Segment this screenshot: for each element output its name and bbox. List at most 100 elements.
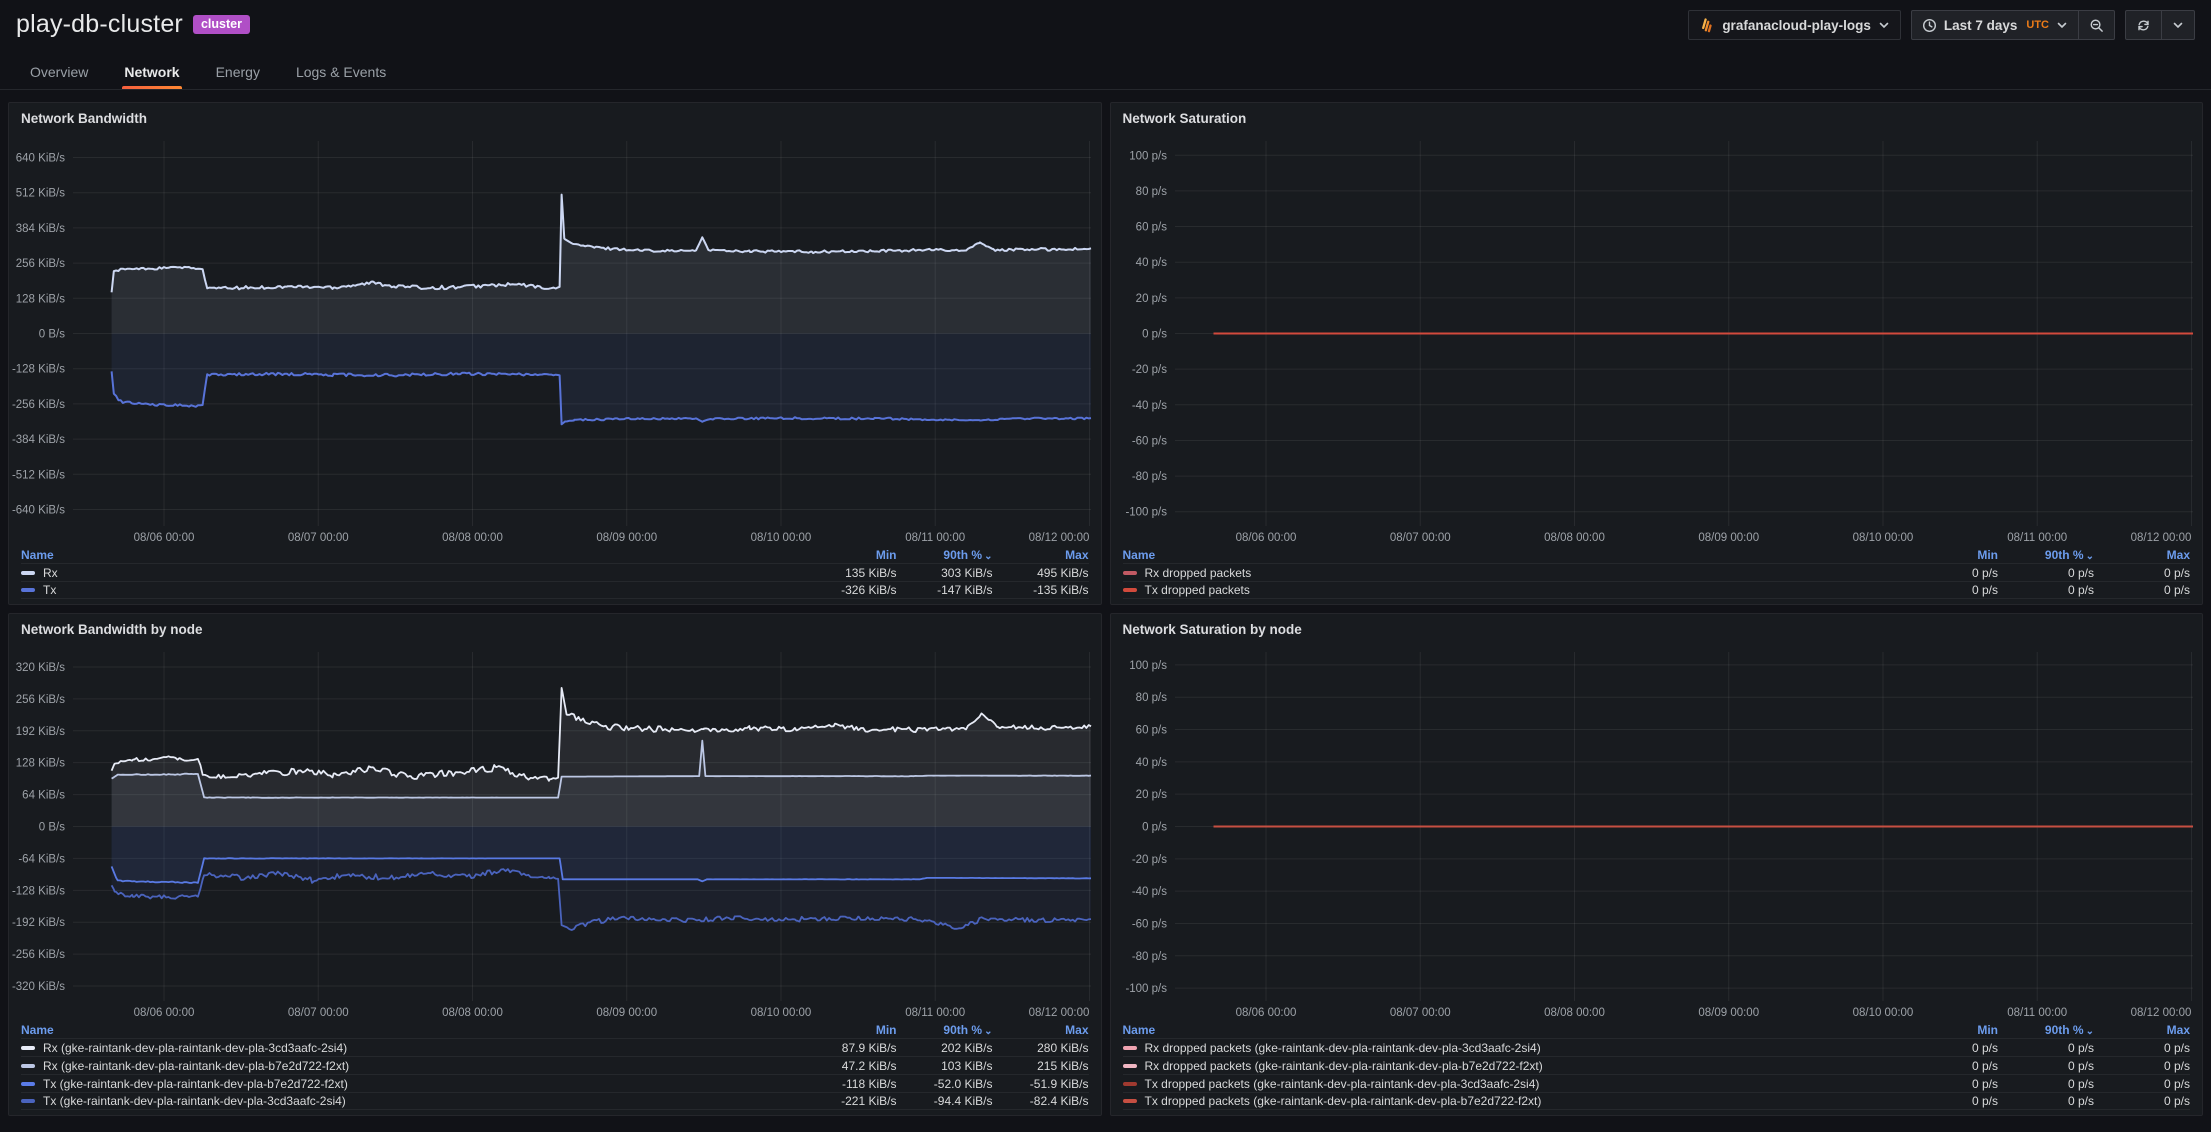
y-axis-label: 0 p/s [1142, 329, 1167, 341]
panel-title[interactable]: Network Bandwidth by node [9, 614, 1101, 642]
legend-value: 0 p/s [1902, 1094, 1998, 1108]
legend-series-swatch[interactable] [1123, 571, 1137, 575]
legend-series-swatch[interactable] [21, 571, 35, 575]
datasource-picker[interactable]: grafanacloud-play-logs [1688, 10, 1901, 40]
panel-title[interactable]: Network Saturation by node [1111, 614, 2203, 642]
legend-series-name[interactable]: Tx dropped packets (gke-raintank-dev-pla… [1123, 1094, 1903, 1108]
legend-column-header[interactable]: Min [1902, 1023, 1998, 1037]
legend-value: 0 p/s [1902, 583, 1998, 597]
chart-svg[interactable]: 640 KiB/s512 KiB/s384 KiB/s256 KiB/s128 … [9, 131, 1101, 546]
legend-column-header[interactable]: 90th %⌄ [897, 1023, 993, 1037]
zoom-out-time-button[interactable] [2079, 10, 2115, 40]
dashboard-toolbar: grafanacloud-play-logs Last 7 days UTC [1688, 10, 2195, 40]
legend-series-swatch[interactable] [1123, 588, 1137, 592]
legend-value: -51.9 KiB/s [993, 1077, 1089, 1091]
x-axis-label: 08/10 00:00 [751, 532, 812, 544]
series-fill [112, 334, 1091, 425]
legend-column-header[interactable]: Min [801, 548, 897, 562]
legend-value: 0 p/s [1998, 1041, 2094, 1055]
y-axis-label: 20 p/s [1135, 789, 1167, 801]
legend-name-column-header[interactable]: Name [1123, 1023, 1903, 1037]
legend-series-name[interactable]: Rx [21, 566, 801, 580]
legend-series-name[interactable]: Rx dropped packets (gke-raintank-dev-pla… [1123, 1059, 1903, 1073]
refresh-button[interactable] [2125, 10, 2162, 40]
refresh-interval-dropdown[interactable] [2162, 10, 2195, 40]
legend-row: Tx (gke-raintank-dev-pla-raintank-dev-pl… [21, 1092, 1089, 1110]
y-axis-label: 256 KiB/s [16, 258, 65, 270]
y-axis-label: -100 p/s [1125, 983, 1167, 995]
y-axis-label: 64 KiB/s [22, 790, 65, 802]
legend-series-name[interactable]: Tx dropped packets (gke-raintank-dev-pla… [1123, 1077, 1903, 1091]
panel-network-saturation-by-node: Network Saturation by node 100 p/s80 p/s… [1110, 613, 2204, 1116]
chart-svg[interactable]: 100 p/s80 p/s60 p/s40 p/s20 p/s0 p/s-20 … [1111, 642, 2203, 1021]
legend-series-name[interactable]: Tx dropped packets [1123, 583, 1903, 597]
legend-series-swatch[interactable] [21, 1082, 35, 1086]
legend-series-name[interactable]: Rx (gke-raintank-dev-pla-raintank-dev-pl… [21, 1059, 801, 1073]
legend-header: NameMin90th %⌄Max [21, 1021, 1089, 1038]
chart-svg[interactable]: 100 p/s80 p/s60 p/s40 p/s20 p/s0 p/s-20 … [1111, 131, 2203, 546]
legend: NameMin90th %⌄Max Rx dropped packets (gke… [1111, 1021, 2203, 1115]
legend-series-swatch[interactable] [21, 1064, 35, 1068]
x-axis-label: 08/12 00:00 [1029, 532, 1090, 544]
legend-value: -326 KiB/s [801, 583, 897, 597]
legend-value: -147 KiB/s [897, 583, 993, 597]
legend-column-header[interactable]: Max [993, 548, 1089, 562]
legend-value: 0 p/s [1998, 583, 2094, 597]
x-axis-label: 08/08 00:00 [442, 1007, 503, 1019]
legend-series-swatch[interactable] [1123, 1099, 1137, 1103]
legend-column-header[interactable]: Min [801, 1023, 897, 1037]
chart-canvas[interactable]: 320 KiB/s256 KiB/s192 KiB/s128 KiB/s64 K… [9, 642, 1101, 1021]
time-range-picker[interactable]: Last 7 days UTC [1911, 10, 2079, 40]
x-axis-label: 08/07 00:00 [288, 532, 349, 544]
legend-value: 0 p/s [1902, 1077, 1998, 1091]
chart-svg[interactable]: 320 KiB/s256 KiB/s192 KiB/s128 KiB/s64 K… [9, 642, 1101, 1021]
legend-series-name[interactable]: Rx dropped packets [1123, 566, 1903, 580]
legend-column-header[interactable]: Max [2094, 548, 2190, 562]
legend-column-header[interactable]: Max [2094, 1023, 2190, 1037]
y-axis-label: -80 p/s [1131, 471, 1166, 483]
legend-value: -94.4 KiB/s [897, 1094, 993, 1108]
legend-series-swatch[interactable] [1123, 1046, 1137, 1050]
chart-canvas[interactable]: 100 p/s80 p/s60 p/s40 p/s20 p/s0 p/s-20 … [1111, 642, 2203, 1021]
legend-series-name[interactable]: Tx (gke-raintank-dev-pla-raintank-dev-pl… [21, 1094, 801, 1108]
legend-row: Rx (gke-raintank-dev-pla-raintank-dev-pl… [21, 1038, 1089, 1056]
tab-network[interactable]: Network [110, 56, 193, 89]
refresh-icon [2136, 18, 2151, 33]
legend-name-column-header[interactable]: Name [21, 1023, 801, 1037]
legend-name-column-header[interactable]: Name [21, 548, 801, 562]
x-axis-label: 08/09 00:00 [1698, 532, 1759, 544]
panel-title[interactable]: Network Bandwidth [9, 103, 1101, 131]
y-axis-label: 320 KiB/s [16, 662, 65, 674]
panel-title[interactable]: Network Saturation [1111, 103, 2203, 131]
tab-overview[interactable]: Overview [16, 56, 102, 89]
legend-series-name[interactable]: Tx (gke-raintank-dev-pla-raintank-dev-pl… [21, 1077, 801, 1091]
legend-series-name[interactable]: Rx dropped packets (gke-raintank-dev-pla… [1123, 1041, 1903, 1055]
y-axis-label: -128 KiB/s [12, 885, 65, 897]
legend-column-header[interactable]: 90th %⌄ [1998, 1023, 2094, 1037]
tab-energy[interactable]: Energy [202, 56, 274, 89]
legend-column-header[interactable]: 90th %⌄ [897, 548, 993, 562]
legend-series-swatch[interactable] [21, 1099, 35, 1103]
legend-name-column-header[interactable]: Name [1123, 548, 1903, 562]
legend-row: Rx dropped packets (gke-raintank-dev-pla… [1123, 1056, 2191, 1074]
legend-row: Tx dropped packets0 p/s0 p/s0 p/s [1123, 581, 2191, 599]
timezone-label: UTC [2026, 19, 2049, 31]
cluster-tag-badge[interactable]: cluster [193, 15, 250, 34]
chart-canvas[interactable]: 640 KiB/s512 KiB/s384 KiB/s256 KiB/s128 … [9, 131, 1101, 546]
chevron-down-icon [1878, 19, 1890, 31]
legend-series-swatch[interactable] [1123, 1082, 1137, 1086]
legend-series-swatch[interactable] [1123, 1064, 1137, 1068]
legend-series-swatch[interactable] [21, 1046, 35, 1050]
x-axis-label: 08/06 00:00 [1235, 532, 1296, 544]
legend-series-swatch[interactable] [21, 588, 35, 592]
legend-series-name[interactable]: Rx (gke-raintank-dev-pla-raintank-dev-pl… [21, 1041, 801, 1055]
legend-column-header[interactable]: 90th %⌄ [1998, 548, 2094, 562]
series-fill [112, 827, 1091, 931]
legend-value: 0 p/s [1902, 1059, 1998, 1073]
legend-column-header[interactable]: Max [993, 1023, 1089, 1037]
legend-column-header[interactable]: Min [1902, 548, 1998, 562]
legend-series-name[interactable]: Tx [21, 583, 801, 597]
y-axis-label: 60 p/s [1135, 222, 1167, 234]
tab-logs-events[interactable]: Logs & Events [282, 56, 400, 89]
chart-canvas[interactable]: 100 p/s80 p/s60 p/s40 p/s20 p/s0 p/s-20 … [1111, 131, 2203, 546]
